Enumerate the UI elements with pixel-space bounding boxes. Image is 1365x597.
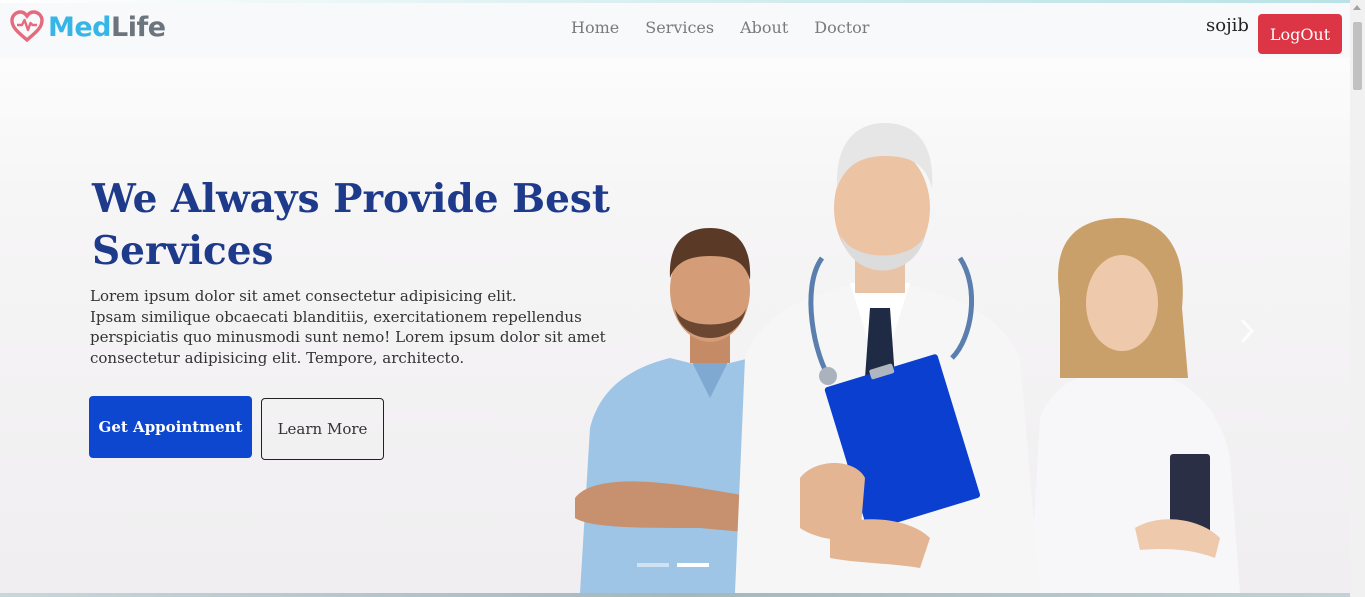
brand-name-med: Med xyxy=(48,11,112,43)
username: sojib xyxy=(1206,15,1249,36)
hero-carousel: We Always Provide Best Services Lorem ip… xyxy=(0,58,1350,593)
hero-description-line: consectetur adipisicing elit. Tempore, a… xyxy=(90,348,465,367)
hero-description-line: perspiciatis quo minusmodi sunt nemo! Lo… xyxy=(90,328,606,346)
navbar: MedLife Home Services About Doctor sojib… xyxy=(0,0,1350,58)
hero-description-line: Lorem ipsum dolor sit amet consectetur a… xyxy=(90,287,517,305)
hero-bottom-edge xyxy=(0,593,1365,597)
logout-button[interactable]: LogOut xyxy=(1258,14,1342,54)
hero-title: We Always Provide Best Services xyxy=(92,176,610,274)
carousel-indicator-active[interactable] xyxy=(677,563,709,567)
brand-name: MedLife xyxy=(48,14,166,41)
carousel-indicators xyxy=(637,563,709,567)
doctor-center xyxy=(735,123,1040,593)
carousel-indicator[interactable] xyxy=(637,563,669,567)
get-appointment-button[interactable]: Get Appointment xyxy=(89,396,252,458)
hero-description: Lorem ipsum dolor sit amet consectetur a… xyxy=(90,286,606,368)
nav-services[interactable]: Services xyxy=(637,18,714,37)
nav-home[interactable]: Home xyxy=(563,18,619,37)
page-scrollbar[interactable] xyxy=(1350,0,1365,597)
hero-description-line: Ipsam similique obcaecati blanditiis, ex… xyxy=(90,307,582,326)
scrollbar-thumb[interactable] xyxy=(1353,22,1362,90)
doctors-photo xyxy=(575,123,1240,593)
nav-about[interactable]: About xyxy=(732,18,788,37)
nav-links: Home Services About Doctor xyxy=(563,18,869,37)
brand-name-life: Life xyxy=(111,11,166,43)
top-accent-line xyxy=(0,0,1365,3)
doctor-right xyxy=(1030,218,1240,593)
heart-pulse-icon xyxy=(10,10,44,43)
brand-logo[interactable]: MedLife xyxy=(10,8,166,46)
learn-more-button[interactable]: Learn More xyxy=(261,398,384,460)
nav-doctor[interactable]: Doctor xyxy=(806,18,869,37)
scroll-up-icon[interactable] xyxy=(1353,5,1361,10)
carousel-next-icon[interactable] xyxy=(1234,316,1260,346)
